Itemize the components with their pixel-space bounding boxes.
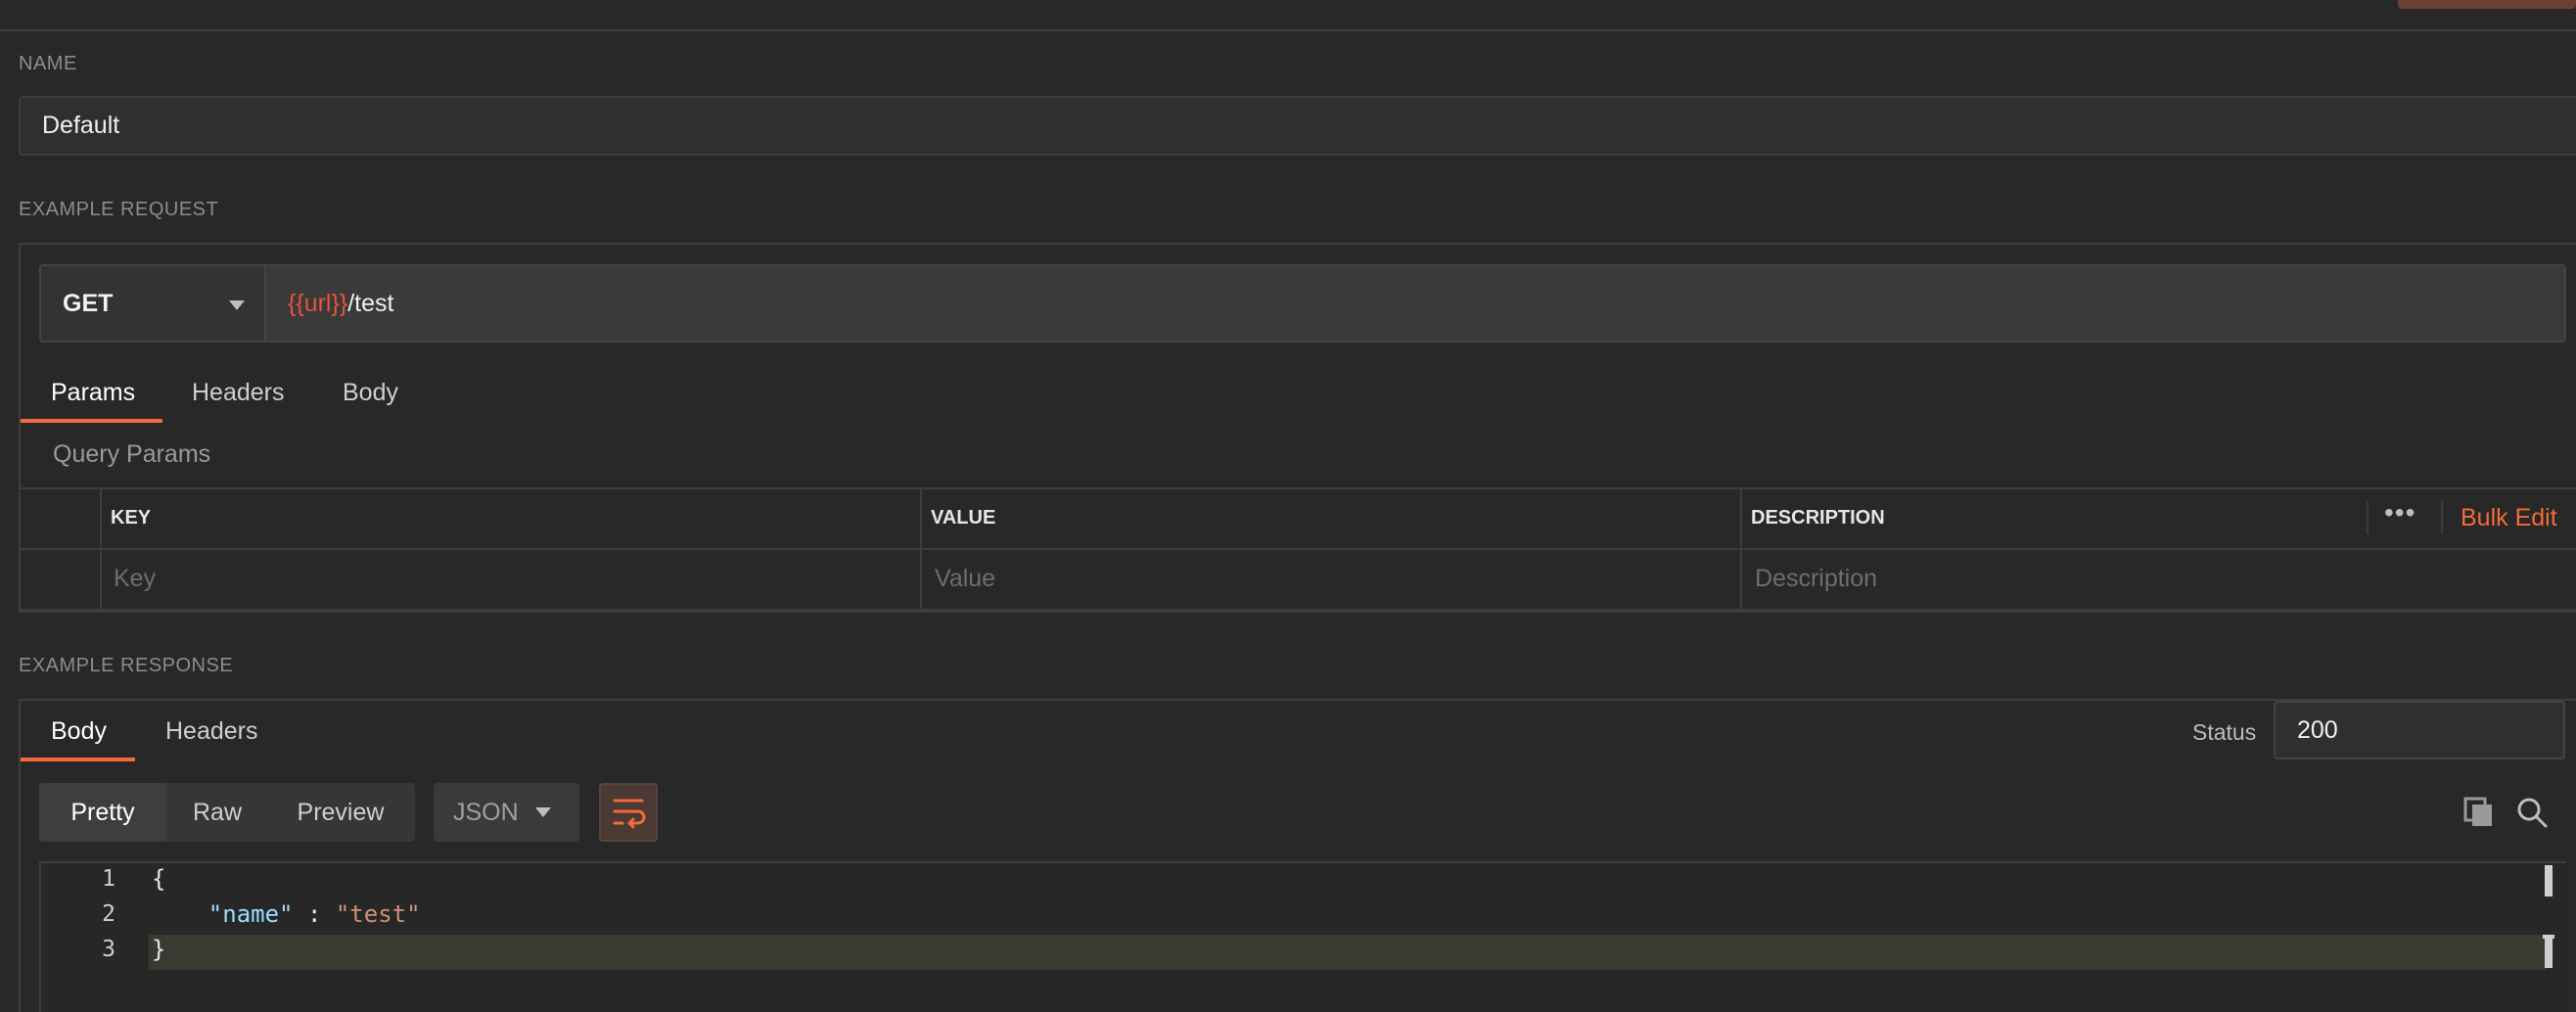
json-separator: : bbox=[293, 900, 336, 928]
tab-response-body[interactable]: Body bbox=[51, 712, 107, 751]
wrap-lines-icon bbox=[613, 799, 646, 829]
search-icon[interactable] bbox=[2515, 796, 2549, 829]
status-input[interactable]: 200 bbox=[2274, 701, 2565, 759]
scrollbar-marker bbox=[2545, 935, 2553, 968]
line-number: 1 bbox=[102, 866, 115, 892]
table-divider bbox=[21, 548, 2576, 550]
format-label: JSON bbox=[453, 799, 519, 826]
example-request-label: EXAMPLE REQUEST bbox=[19, 199, 219, 220]
column-header-value: VALUE bbox=[931, 507, 996, 529]
ellipsis-icon[interactable]: ••• bbox=[2384, 497, 2415, 529]
preview-button[interactable]: Preview bbox=[272, 783, 409, 842]
description-input[interactable]: Description bbox=[1755, 565, 1877, 593]
table-divider bbox=[2441, 501, 2443, 534]
tab-params[interactable]: Params bbox=[51, 373, 135, 412]
value-input[interactable]: Value bbox=[935, 565, 995, 593]
active-line-highlight bbox=[149, 935, 2547, 970]
example-response-label: EXAMPLE RESPONSE bbox=[19, 655, 234, 676]
tab-response-headers[interactable]: Headers bbox=[165, 712, 258, 751]
line-number: 3 bbox=[102, 937, 115, 962]
json-key: "name" bbox=[207, 900, 294, 928]
name-input[interactable]: Default bbox=[19, 96, 2576, 156]
copy-icon[interactable] bbox=[2462, 796, 2496, 829]
url-variable: {{url}} bbox=[288, 290, 348, 317]
format-select[interactable]: JSON bbox=[434, 783, 579, 842]
url-bar bbox=[39, 264, 2566, 343]
caret-down-icon bbox=[229, 300, 245, 310]
name-label: NAME bbox=[19, 53, 77, 74]
active-tab-indicator bbox=[21, 758, 135, 761]
url-input[interactable]: {{url}}/test bbox=[288, 264, 393, 343]
caret-down-icon bbox=[535, 807, 551, 817]
wrap-lines-button[interactable] bbox=[599, 783, 658, 842]
table-divider bbox=[2367, 501, 2369, 534]
tab-headers[interactable]: Headers bbox=[192, 373, 285, 412]
pretty-button[interactable]: Pretty bbox=[39, 783, 166, 842]
column-header-description: DESCRIPTION bbox=[1751, 507, 1885, 529]
method-label: GET bbox=[63, 290, 114, 317]
table-divider bbox=[920, 487, 922, 611]
column-header-key: KEY bbox=[111, 507, 152, 529]
json-string: "test" bbox=[335, 900, 421, 928]
query-params-label: Query Params bbox=[53, 440, 211, 468]
bulk-edit-link[interactable]: Bulk Edit bbox=[2461, 504, 2557, 532]
code-line: } bbox=[152, 936, 166, 963]
status-label: Status bbox=[2192, 719, 2257, 745]
method-select[interactable]: GET bbox=[39, 264, 266, 343]
url-path: /test bbox=[347, 290, 394, 317]
table-divider bbox=[1740, 487, 1742, 611]
tab-body[interactable]: Body bbox=[343, 373, 398, 412]
table-divider bbox=[100, 487, 102, 611]
scrollbar-thumb[interactable] bbox=[2545, 865, 2553, 897]
code-line: { bbox=[152, 865, 166, 893]
active-tab-indicator bbox=[21, 419, 162, 423]
key-input[interactable]: Key bbox=[114, 565, 156, 593]
divider bbox=[0, 29, 2576, 31]
code-line: "name" : "test" bbox=[152, 900, 421, 928]
raw-button[interactable]: Raw bbox=[172, 783, 262, 842]
line-number: 2 bbox=[102, 901, 115, 927]
top-action-button[interactable] bbox=[2398, 0, 2576, 9]
